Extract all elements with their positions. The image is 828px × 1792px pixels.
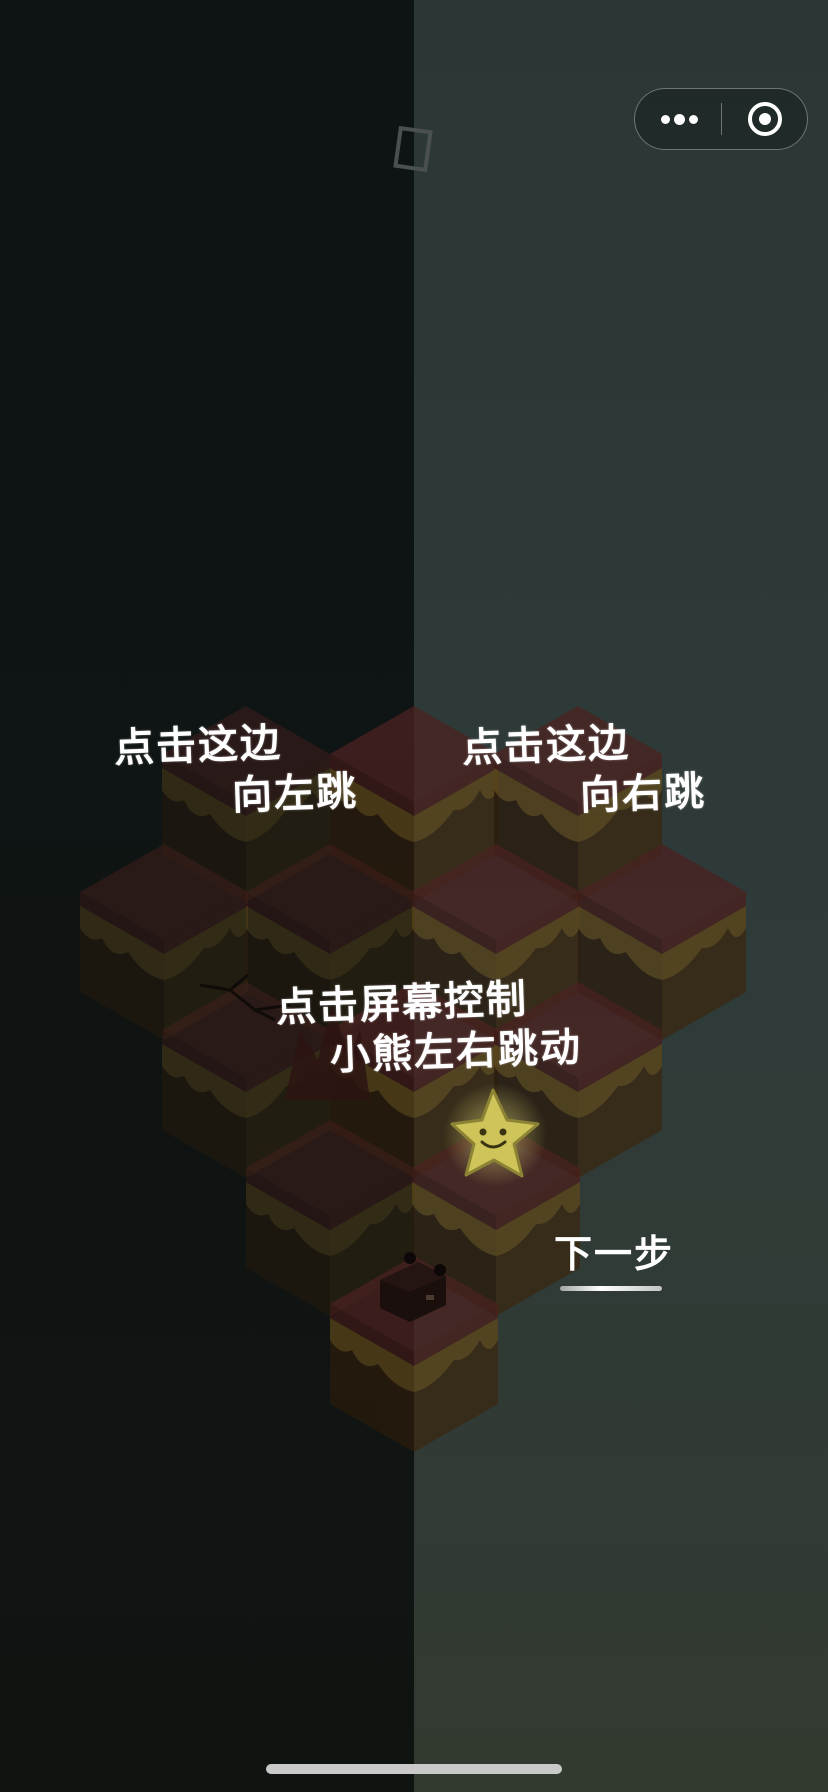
left-hint-line2: 向左跳 — [231, 768, 359, 820]
distant-marker — [393, 125, 433, 173]
next-step-label: 下一步 — [554, 1232, 675, 1276]
right-hint-line1: 点击这边 — [461, 720, 631, 772]
game-board — [80, 125, 746, 1452]
star-pickup — [443, 1083, 547, 1187]
next-step-underline — [560, 1286, 662, 1291]
miniprogram-capsule — [634, 88, 808, 150]
right-hint-line2: 向右跳 — [579, 768, 707, 820]
more-dots-icon[interactable] — [635, 89, 721, 149]
center-hint-line1: 点击屏幕控制 — [275, 976, 529, 1032]
target-close-icon[interactable] — [722, 89, 808, 149]
next-step-button[interactable]: 下一步 — [552, 1230, 676, 1291]
center-hint-line2: 小熊左右跳动 — [329, 1024, 583, 1080]
left-hint-line1: 点击这边 — [113, 720, 283, 772]
home-indicator[interactable] — [266, 1764, 562, 1774]
